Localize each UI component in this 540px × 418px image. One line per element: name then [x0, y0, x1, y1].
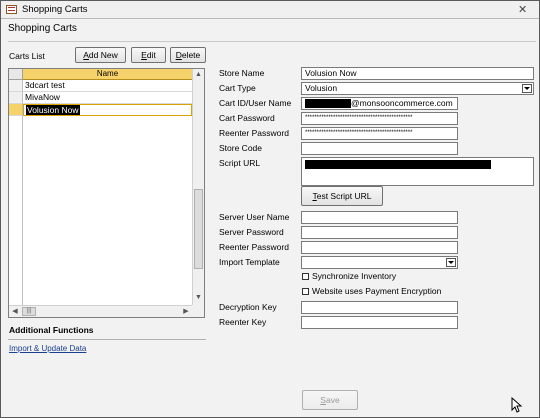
row-selector-column: [9, 116, 23, 305]
decryption-key-field[interactable]: [301, 301, 458, 314]
import-template-select[interactable]: [301, 256, 458, 269]
delete-button[interactable]: Delete: [170, 47, 206, 63]
reenter-password-field[interactable]: ****************************************…: [301, 127, 458, 140]
cart-user-label: Cart ID/User Name: [219, 98, 292, 108]
chevron-down-icon[interactable]: [522, 84, 532, 93]
grid-header: Name: [9, 69, 192, 80]
horizontal-scrollbar[interactable]: ◀ ||| ▶: [9, 305, 204, 317]
carts-list-grid: Name 3dcart test MivaNow Volusion Now ▲ …: [8, 68, 205, 318]
close-icon[interactable]: ✕: [518, 3, 527, 16]
scroll-right-icon[interactable]: ▶: [180, 306, 192, 317]
script-url-label: Script URL: [219, 158, 261, 168]
row-selector[interactable]: [9, 80, 23, 92]
server-user-name-label: Server User Name: [219, 212, 290, 222]
cart-type-value: Volusion: [305, 83, 338, 93]
payment-encryption-label: Website uses Payment Encryption: [312, 286, 442, 296]
additional-functions-heading: Additional Functions: [9, 325, 94, 335]
store-code-field[interactable]: [301, 142, 458, 155]
redacted-text: [305, 99, 351, 109]
scroll-down-icon[interactable]: ▼: [193, 292, 204, 304]
header-divider: [8, 41, 536, 42]
vertical-scrollbar[interactable]: ▲ ▼: [192, 69, 204, 305]
script-url-field[interactable]: [301, 157, 534, 186]
synchronize-inventory-label: Synchronize Inventory: [312, 271, 397, 281]
import-update-data-link[interactable]: Import & Update Data: [9, 344, 86, 353]
synchronize-inventory-checkbox[interactable]: [302, 273, 309, 280]
scroll-up-icon[interactable]: ▲: [193, 69, 204, 81]
reenter-password-label: Reenter Password: [219, 128, 289, 138]
store-name-label: Store Name: [219, 68, 265, 78]
add-new-button[interactable]: Add New: [75, 47, 126, 63]
reenter-key-field[interactable]: [301, 316, 458, 329]
edit-button[interactable]: Edit: [131, 47, 166, 63]
select-all-corner[interactable]: [9, 69, 23, 80]
decryption-key-label: Decryption Key: [219, 302, 277, 312]
cart-type-select[interactable]: Volusion: [301, 82, 534, 95]
list-item[interactable]: MivaNow: [23, 92, 192, 104]
horizontal-scroll-thumb[interactable]: |||: [22, 307, 36, 316]
chevron-down-icon[interactable]: [446, 258, 456, 267]
test-script-url-button[interactable]: Test Script URL: [301, 186, 383, 206]
scroll-corner: [192, 305, 204, 317]
cart-user-suffix: @monsooncommerce.com: [351, 98, 453, 108]
row-selector-current[interactable]: [9, 104, 23, 116]
server-password-label: Server Password: [219, 227, 284, 237]
cart-type-label: Cart Type: [219, 83, 256, 93]
server-password-field[interactable]: [301, 226, 458, 239]
store-code-label: Store Code: [219, 143, 262, 153]
selected-item-text: Volusion Now: [26, 105, 80, 115]
list-row[interactable]: 3dcart test: [9, 80, 192, 92]
server-reenter-password-field[interactable]: [301, 241, 458, 254]
server-user-name-field[interactable]: [301, 211, 458, 224]
form-title: Shopping Carts: [8, 23, 77, 34]
scroll-left-icon[interactable]: ◀: [9, 306, 21, 317]
redacted-text: [305, 159, 491, 169]
server-reenter-password-label: Reenter Password: [219, 242, 289, 252]
form-icon: [6, 5, 17, 14]
name-column-header[interactable]: Name: [23, 69, 192, 80]
store-name-field[interactable]: Volusion Now: [301, 67, 534, 80]
carts-list-label: Carts List: [9, 51, 45, 61]
cart-password-label: Cart Password: [219, 113, 275, 123]
row-selector[interactable]: [9, 92, 23, 104]
import-template-label: Import Template: [219, 257, 280, 267]
window-title: Shopping Carts: [22, 4, 88, 15]
payment-encryption-checkbox[interactable]: [302, 288, 309, 295]
list-row[interactable]: MivaNow: [9, 92, 192, 104]
list-item[interactable]: 3dcart test: [23, 80, 192, 92]
title-bar: Shopping Carts ✕: [1, 1, 539, 19]
additional-divider: [8, 339, 206, 340]
reenter-key-label: Reenter Key: [219, 317, 267, 327]
list-item-selected[interactable]: Volusion Now: [23, 104, 192, 116]
cart-user-field[interactable]: @monsooncommerce.com: [301, 97, 458, 110]
save-button[interactable]: Save: [302, 390, 358, 410]
mouse-pointer-icon: [511, 397, 523, 413]
list-row-selected[interactable]: Volusion Now: [9, 104, 192, 116]
cart-password-field[interactable]: ****************************************…: [301, 112, 458, 125]
vertical-scroll-thumb[interactable]: [194, 189, 203, 269]
